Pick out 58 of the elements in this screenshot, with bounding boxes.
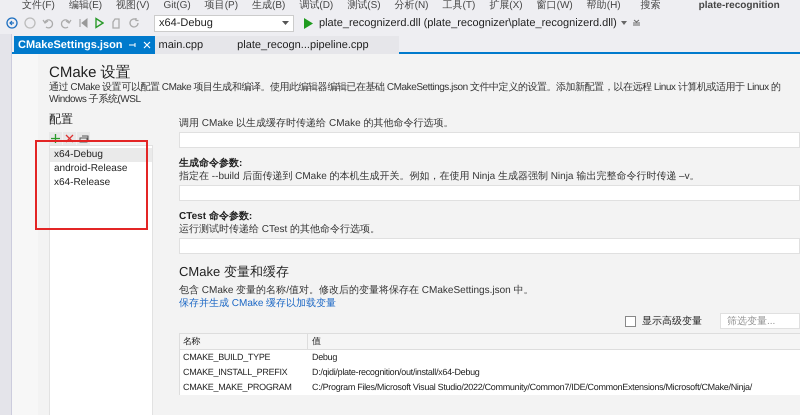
- table-cell-text: CMAKE_INSTALL_PREFIX: [182, 366, 288, 379]
- field-label: 生成命令参数:: [179, 157, 244, 170]
- menu-item[interactable]: 测试(S): [347, 0, 381, 12]
- field-description: 运行测试时传递给 CTest 的其他命令行选项。: [179, 223, 382, 236]
- configurations-heading: 配置: [49, 112, 74, 126]
- pin-icon[interactable]: [128, 41, 137, 49]
- step-back-icon[interactable]: [78, 17, 88, 29]
- table-cell-text: C:/Program Files/Microsoft Visual Studio/2022/Community/Common7/IDE/CommonExtensions/Microsoft/CMake/Ninja/: [311, 381, 754, 394]
- menu-item[interactable]: 视图(V): [116, 0, 150, 12]
- configuration-item[interactable]: x64-Debug: [50, 148, 152, 162]
- play-icon[interactable]: [304, 18, 313, 28]
- startup-item-button[interactable]: plate_recognizerd.dll (plate_recognizer\plate_recognizerd.dll): [319, 14, 627, 32]
- menu-item[interactable]: 生成(B): [252, 0, 286, 12]
- redo-icon[interactable]: [60, 17, 72, 29]
- close-icon[interactable]: [142, 41, 151, 49]
- configuration-item[interactable]: android-Release: [50, 162, 152, 176]
- undo-icon[interactable]: [42, 17, 54, 29]
- caret-icon[interactable]: [282, 21, 289, 25]
- toolbar-options-icon[interactable]: [632, 19, 640, 27]
- filter-field[interactable]: 筛选变量...: [720, 313, 800, 329]
- project-title: plate-recognition: [698, 0, 780, 12]
- table-cell-text: CMAKE_MAKE_PROGRAM: [182, 381, 293, 394]
- field-description: 调用 CMake 以生成缓存时传递给 CMake 的其他命令行选项。: [179, 117, 454, 130]
- section-title: CMake 变量和缓存: [179, 264, 290, 280]
- menu-item[interactable]: 项目(P): [204, 0, 238, 12]
- configuration-item[interactable]: x64-Release: [50, 176, 152, 190]
- column-header[interactable]: 值: [308, 334, 800, 349]
- table-cell-text: CMAKE_BUILD_TYPE: [182, 351, 272, 364]
- page-description: 通过 CMake 设置可以配置 CMake 项目生成和编译。使用此编辑器编辑已在基础 CMakeSettings.json 文件中定义的设置。添加新配置，以在远程 Linux 计算机或适用于 Linux 的 Windows 子系统(WSL: [49, 82, 782, 106]
- section-description: 包含 CMake 变量的名称/值对。修改后的变量将保存在 CMakeSettings.json 中。: [179, 284, 534, 297]
- play-outline-icon[interactable]: [94, 17, 104, 29]
- table-cell-text: D:/qidi/plate-recognition/out/install/x64-Debug: [311, 366, 481, 379]
- refresh-icon[interactable]: [128, 17, 140, 29]
- menu-item[interactable]: 调试(D): [299, 0, 334, 12]
- menu-item[interactable]: 分析(N): [394, 0, 428, 12]
- configuration-dropdown[interactable]: x64-Debug: [154, 14, 294, 32]
- show-advanced-checkbox[interactable]: [625, 316, 636, 326]
- caret-icon[interactable]: [620, 21, 627, 25]
- column-header[interactable]: 名称: [180, 334, 308, 349]
- load-variables-link[interactable]: 保存并生成 CMake 缓存以加载变量: [179, 297, 336, 310]
- page-title: CMake 设置: [49, 64, 132, 82]
- editor-tab[interactable]: plate_recogn...pipeline.cpp: [233, 36, 399, 54]
- menu-item[interactable]: 编辑(E): [68, 0, 102, 12]
- field-label: CTest 命令参数:: [179, 210, 254, 223]
- menu-item[interactable]: 工具(T): [442, 0, 476, 12]
- editor-tab[interactable]: main.cpp: [154, 36, 234, 54]
- text-field[interactable]: [179, 238, 800, 254]
- menu-item[interactable]: Git(G): [163, 0, 191, 12]
- table-cell-text: Debug: [311, 351, 338, 364]
- forward-icon[interactable]: [24, 17, 36, 29]
- search-button[interactable]: 搜索: [640, 0, 661, 12]
- back-icon[interactable]: [6, 17, 18, 29]
- text-field[interactable]: [179, 132, 800, 148]
- checkbox-label: 显示高级变量: [642, 314, 702, 328]
- field-description: 指定在 --build 后面传递到 CMake 的本机生成开关。例如，在使用 Ninja 生成器强制 Ninja 输出完整命令行时传递 –v。: [179, 170, 701, 183]
- menu-item[interactable]: 帮助(H): [586, 0, 621, 12]
- editor-tab[interactable]: CMakeSettings.json: [14, 36, 155, 54]
- text-field[interactable]: [179, 185, 800, 201]
